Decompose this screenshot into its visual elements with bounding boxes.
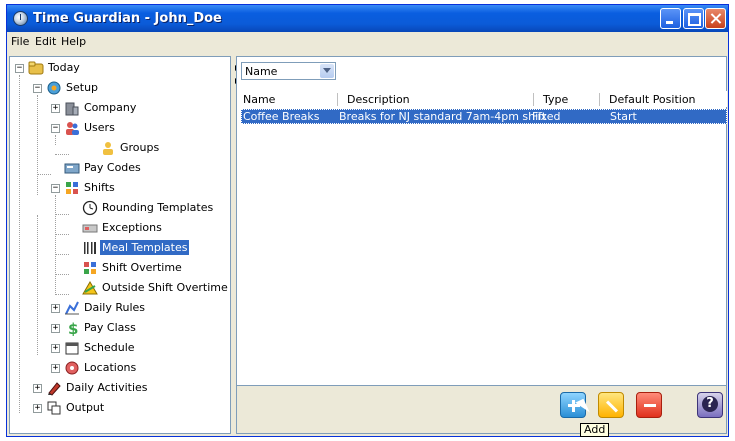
clock-icon [13, 11, 28, 26]
grid-header: Name Description Type Default Position [241, 91, 727, 107]
tree-item-label: Rounding Templates [102, 201, 214, 214]
templates-list-panel: Name Name Description Type Default Posit… [236, 56, 727, 386]
building-icon [65, 102, 79, 116]
tree-item-label: Shifts [84, 181, 115, 194]
tree-item-pay-class[interactable]: + $ Pay Class [10, 319, 230, 337]
tree-item-label: Shift Overtime [102, 261, 182, 274]
tree-item-daily-rules[interactable]: + Daily Rules [10, 299, 230, 317]
tree-item-outside-shift-overtime[interactable]: Outside Shift Overtime [10, 279, 230, 297]
users-icon [66, 122, 79, 135]
app-window: Time Guardian - John_Doe File Edit Help … [6, 4, 729, 437]
svg-text:$: $ [68, 320, 78, 336]
tree-item-shift-overtime[interactable]: Shift Overtime [10, 259, 230, 277]
tree-item-today[interactable]: − Today [10, 59, 230, 77]
tree-item-schedule[interactable]: + Schedule [10, 339, 230, 357]
tree-item-label: Pay Codes [84, 161, 141, 174]
expand-toggle[interactable]: + [51, 304, 60, 313]
tree-item-meal-templates[interactable]: Meal Templates [10, 239, 230, 257]
tree-item-label: Pay Class [84, 321, 136, 334]
tree-item-label: Setup [66, 81, 99, 94]
title-bar[interactable]: Time Guardian - John_Doe [7, 5, 728, 32]
tree-item-label: Locations [84, 361, 137, 374]
pay-codes-icon [64, 163, 80, 174]
collapse-toggle[interactable]: − [51, 124, 60, 133]
collapse-toggle[interactable]: − [33, 84, 42, 93]
group-icon [103, 142, 113, 155]
expand-toggle[interactable]: + [51, 104, 60, 113]
menu-bar: File Edit Help [7, 32, 728, 50]
exceptions-icon [82, 224, 98, 233]
menu-file[interactable]: File [11, 35, 29, 48]
add-tooltip: Add [580, 423, 610, 437]
column-header-description[interactable]: Description [347, 93, 410, 106]
setup-gear-icon [47, 81, 61, 95]
column-header-default-position[interactable]: Default Position [609, 93, 696, 106]
overtime-icon [84, 262, 96, 274]
expand-toggle[interactable]: + [51, 324, 60, 333]
tree-item-label: Daily Rules [84, 301, 146, 314]
expand-toggle[interactable]: + [51, 364, 60, 373]
tree-item-label: Users [84, 121, 115, 134]
help-button[interactable]: ? [697, 392, 723, 418]
tree-item-label: Daily Activities [66, 381, 148, 394]
tree-item-shifts[interactable]: − Shifts [10, 179, 230, 197]
tree-item-label: Company [84, 101, 137, 114]
tree-item-rounding-templates[interactable]: Rounding Templates [10, 199, 230, 217]
tree-item-output[interactable]: + Output [10, 399, 230, 417]
clock-icon [82, 200, 98, 216]
pencil-icon [48, 382, 61, 396]
minimize-button[interactable] [660, 8, 681, 29]
expand-toggle[interactable]: + [33, 384, 42, 393]
collapse-toggle[interactable]: − [51, 184, 60, 193]
tree-item-label: Exceptions [102, 221, 162, 234]
column-header-name[interactable]: Name [243, 93, 275, 106]
tree-item-setup[interactable]: − Setup [10, 79, 230, 97]
collapse-toggle[interactable]: − [15, 64, 24, 73]
tree-item-users[interactable]: − Users [10, 119, 230, 137]
edit-button[interactable] [598, 392, 624, 418]
tree-item-label: Groups [120, 141, 160, 154]
menu-edit[interactable]: Edit [35, 35, 56, 48]
column-header-type[interactable]: Type [543, 93, 568, 106]
ruler-icon [65, 301, 79, 315]
window-title: Time Guardian - John_Doe [33, 11, 222, 26]
question-mark-icon: ? [702, 396, 718, 412]
tree-item-exceptions[interactable]: Exceptions [10, 219, 230, 237]
menu-help[interactable]: Help [61, 35, 86, 48]
tree-item-label: Output [66, 401, 105, 414]
tree-item-label: Today [48, 61, 80, 74]
tree-item-locations[interactable]: + Locations [10, 359, 230, 377]
expand-toggle[interactable]: + [51, 344, 60, 353]
chevron-down-icon[interactable] [320, 64, 334, 78]
dollar-icon: $ [68, 320, 78, 336]
filter-dropdown[interactable]: Name [241, 62, 336, 80]
filter-selected: Name [245, 65, 278, 78]
close-button[interactable] [705, 8, 726, 29]
row-focus-rect [241, 109, 727, 124]
outside-overtime-icon [82, 281, 98, 295]
tree-item-pay-codes[interactable]: Pay Codes [10, 159, 230, 177]
delete-button[interactable] [636, 392, 662, 418]
calendar-icon [65, 342, 79, 355]
shifts-icon [66, 182, 78, 194]
tree-item-daily-activities[interactable]: + Daily Activities [10, 379, 230, 397]
tree-item-label: Meal Templates [100, 240, 190, 255]
tree-item-groups[interactable]: Groups [10, 139, 230, 157]
maximize-button[interactable] [683, 8, 704, 29]
output-icon [47, 401, 61, 415]
expand-toggle[interactable]: + [33, 404, 42, 413]
fork-knife-icon [84, 242, 96, 254]
navigation-tree[interactable]: − Today − Setup + Company − Users Groups [9, 56, 231, 434]
location-icon [65, 361, 79, 375]
tree-item-company[interactable]: + Company [10, 99, 230, 117]
tree-item-label: Schedule [84, 341, 135, 354]
folder-icon [28, 61, 44, 75]
tree-item-label: Outside Shift Overtime [102, 281, 228, 294]
